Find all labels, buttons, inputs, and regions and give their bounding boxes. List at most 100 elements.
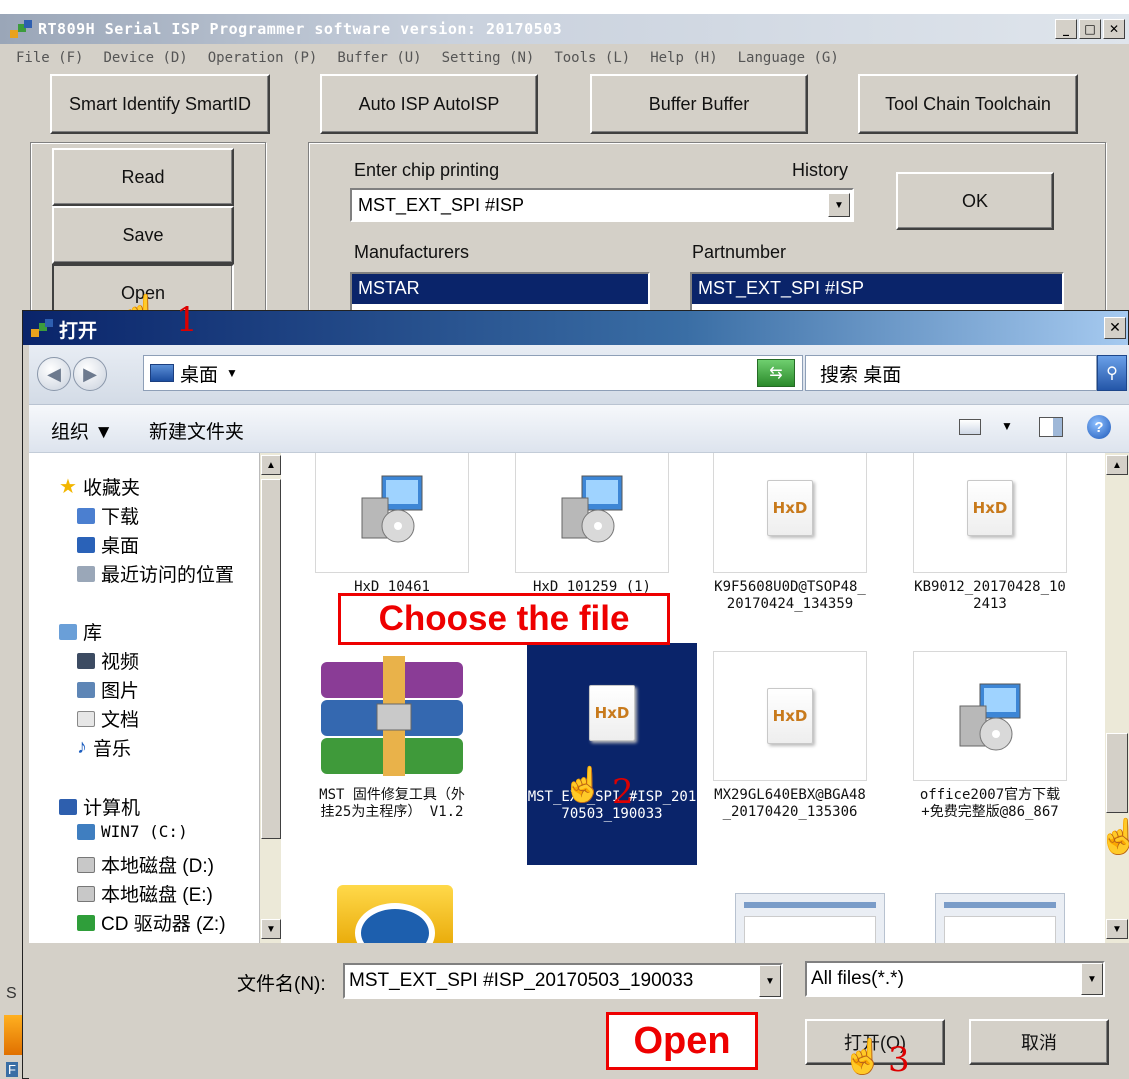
file-thumb-partial[interactable] — [337, 885, 453, 943]
library-icon — [59, 623, 77, 640]
new-folder-button[interactable]: 新建文件夹 — [149, 417, 244, 444]
chevron-down-icon[interactable]: ▼ — [759, 965, 781, 997]
nav-music[interactable]: ♪ 音乐 — [77, 734, 131, 761]
manufacturer-list[interactable]: MSTAR — [350, 272, 650, 312]
location-box[interactable]: 桌面 ▼ ▼ — [143, 355, 803, 391]
filetype-value: All files(*.*) — [811, 968, 904, 989]
step-1-label: 1 — [176, 300, 198, 340]
view-icon[interactable] — [959, 419, 981, 435]
desktop-icon — [77, 536, 95, 553]
refresh-icon[interactable]: ⇆ — [757, 359, 795, 387]
app-title-bar: RT809H Serial ISP Programmer software ve… — [0, 14, 1129, 44]
navigation-pane: ★ 收藏夹 下载 桌面 最近访问的位置 库 视频 图片 文档 ♪ 音乐 计算机 WI… — [29, 453, 289, 943]
edge-icon — [4, 1015, 22, 1055]
menu-buffer[interactable]: Buffer (U) — [337, 50, 421, 66]
nav-label: 文档 — [101, 710, 140, 731]
chevron-down-icon[interactable]: ▼ — [828, 193, 850, 217]
chevron-down-icon[interactable]: ▼ — [226, 366, 238, 380]
maximize-button[interactable]: □ — [1079, 19, 1101, 39]
back-icon[interactable]: ◀ — [37, 357, 71, 391]
menu-language[interactable]: Language (G) — [738, 50, 839, 66]
nav-favorites[interactable]: ★ 收藏夹 — [59, 473, 140, 500]
nav-label: 桌面 — [101, 536, 140, 557]
nav-label: 本地磁盘 (D:) — [101, 856, 214, 877]
file-name: KB9012_20170428_102413 — [914, 579, 1066, 612]
file-item[interactable]: office2007官方下载+免费完整版@86_867 — [913, 651, 1067, 821]
file-name: K9F5608U0D@TSOP48_20170424_134359 — [714, 579, 866, 612]
file-item[interactable]: HxD_101259 (1) — [515, 453, 669, 596]
menu-operation[interactable]: Operation (P) — [208, 50, 318, 66]
picture-icon — [77, 681, 95, 698]
nav-documents[interactable]: 文档 — [77, 705, 139, 732]
preview-pane-icon[interactable] — [1039, 417, 1063, 437]
manufacturer-selected[interactable]: MSTAR — [352, 274, 648, 304]
forward-icon[interactable]: ▶ — [73, 357, 107, 391]
scroll-down-icon[interactable]: ▼ — [261, 919, 281, 939]
edge-letter-f: F — [6, 1062, 18, 1077]
nav-label: CD 驱动器 (Z:) — [101, 914, 226, 935]
toolchain-button[interactable]: Tool Chain Toolchain — [858, 74, 1078, 134]
organize-menu[interactable]: 组织 ▼ — [51, 417, 113, 444]
filename-input[interactable]: MST_EXT_SPI #ISP_20170503_190033 ▼ — [343, 963, 783, 999]
close-button[interactable]: ✕ — [1103, 19, 1125, 39]
search-icon[interactable]: ⚲ — [1097, 355, 1127, 391]
file-item[interactable]: HxD_10461 — [315, 453, 469, 596]
minimize-button[interactable]: _ — [1055, 19, 1077, 39]
app-logo-icon — [10, 20, 32, 38]
filename-value: MST_EXT_SPI #ISP_20170503_190033 — [349, 970, 694, 991]
nav-drive-z[interactable]: CD 驱动器 (Z:) — [77, 909, 226, 936]
chip-label: Enter chip printing — [354, 160, 500, 180]
menu-device[interactable]: Device (D) — [103, 50, 187, 66]
file-thumb-partial[interactable] — [735, 893, 885, 943]
file-thumb-partial[interactable] — [935, 893, 1065, 943]
nav-drive-d[interactable]: 本地磁盘 (D:) — [77, 851, 214, 878]
file-item[interactable]: HxD MX29GL640EBX@BGA48_20170420_135306 — [713, 651, 867, 821]
desktop-icon — [150, 364, 174, 382]
autoisp-button[interactable]: Auto ISP AutoISP — [320, 74, 538, 134]
menu-file[interactable]: File (F) — [16, 50, 83, 66]
nav-libraries[interactable]: 库 — [59, 618, 102, 645]
partnumber-list[interactable]: MST_EXT_SPI #ISP — [690, 272, 1064, 312]
scroll-down-icon[interactable]: ▼ — [1106, 919, 1128, 939]
installer-icon — [515, 453, 669, 573]
hxd-file-icon: HxD — [713, 651, 867, 781]
nav-drive-c[interactable]: WIN7 (C:) — [77, 822, 188, 841]
nav-desktop[interactable]: 桌面 — [77, 531, 139, 558]
menu-help[interactable]: Help (H) — [650, 50, 717, 66]
choose-file-annotation: Choose the file — [338, 593, 670, 645]
nav-downloads[interactable]: 下载 — [77, 502, 139, 529]
nav-videos[interactable]: 视频 — [77, 647, 139, 674]
nav-computer[interactable]: 计算机 — [59, 793, 140, 820]
read-button[interactable]: Read — [52, 148, 234, 206]
dialog-footer: 文件名(N): MST_EXT_SPI #ISP_20170503_190033… — [29, 943, 1129, 1079]
nav-drive-e[interactable]: 本地磁盘 (E:) — [77, 880, 213, 907]
search-input[interactable]: 搜索 桌面 — [805, 355, 1097, 391]
file-item[interactable]: MST 固件修复工具（外挂25为主程序） V1.2 — [315, 651, 469, 821]
chevron-down-icon[interactable]: ▼ — [1081, 963, 1103, 995]
scroll-up-icon[interactable]: ▲ — [1106, 455, 1128, 475]
menu-setting[interactable]: Setting (N) — [442, 50, 535, 66]
menu-tools[interactable]: Tools (L) — [554, 50, 630, 66]
file-scrollbar[interactable]: ▲ ▼ — [1105, 453, 1129, 943]
dialog-cancel-button[interactable]: 取消 — [969, 1019, 1109, 1065]
scroll-thumb[interactable] — [1106, 733, 1128, 813]
help-icon[interactable]: ? — [1087, 415, 1111, 439]
file-item-selected[interactable]: HxD MST_EXT_SPI #ISP_20170503_190033 — [527, 643, 697, 865]
filetype-select[interactable]: All files(*.*) ▼ — [805, 961, 1105, 997]
drive-icon — [77, 856, 95, 873]
nav-recent[interactable]: 最近访问的位置 — [77, 560, 234, 587]
nav-scrollbar[interactable]: ▲ ▼ — [259, 453, 281, 943]
buffer-button[interactable]: Buffer Buffer — [590, 74, 808, 134]
dialog-close-button[interactable]: ✕ — [1104, 317, 1126, 339]
scroll-thumb[interactable] — [261, 479, 281, 839]
partnumber-selected[interactable]: MST_EXT_SPI #ISP — [692, 274, 1062, 304]
nav-pictures[interactable]: 图片 — [77, 676, 139, 703]
file-item[interactable]: HxD KB9012_20170428_102413 — [913, 453, 1067, 613]
chevron-down-icon[interactable]: ▼ — [1001, 419, 1013, 433]
file-item[interactable]: HxD K9F5608U0D@TSOP48_20170424_134359 — [713, 453, 867, 613]
chip-input[interactable]: MST_EXT_SPI #ISP ▼ — [350, 188, 854, 222]
save-button[interactable]: Save — [52, 206, 234, 264]
scroll-up-icon[interactable]: ▲ — [261, 455, 281, 475]
ok-button[interactable]: OK — [896, 172, 1054, 230]
smartid-button[interactable]: Smart Identify SmartID — [50, 74, 270, 134]
